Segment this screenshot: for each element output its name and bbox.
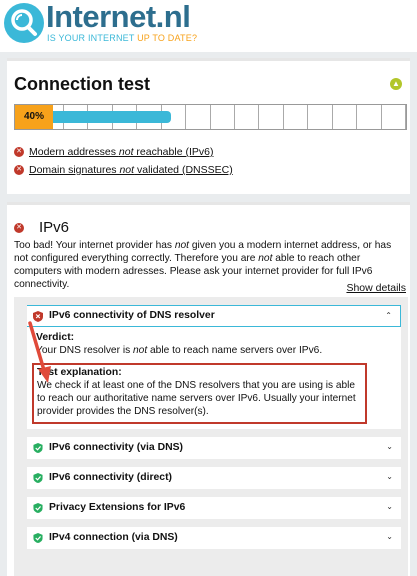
fail-row-ipv6[interactable]: ✕ Modern addresses not reachable (IPv6) [14, 145, 213, 159]
accordion-title: IPv4 connection (via DNS) [49, 532, 178, 543]
details-panel: IPv6 connectivity of DNS resolver ⌃ Verd… [14, 297, 408, 576]
chevron-up-icon[interactable]: ⌃ [385, 311, 392, 320]
accordion-header[interactable]: IPv6 connectivity (direct) ⌄ [27, 467, 401, 489]
accordion-header[interactable]: IPv6 connectivity (via DNS) ⌄ [27, 437, 401, 459]
shield-check-icon [33, 503, 43, 513]
shield-check-icon [33, 443, 43, 453]
progress-label: 40% [15, 105, 53, 129]
chevron-down-icon[interactable]: ⌄ [386, 532, 393, 541]
fail-row-dnssec[interactable]: ✕ Domain signatures not validated (DNSSE… [14, 163, 233, 177]
chevron-down-icon[interactable]: ⌄ [386, 442, 393, 451]
accordion-item-dns-resolver: IPv6 connectivity of DNS resolver ⌃ Verd… [27, 305, 401, 429]
collapse-toggle-icon[interactable]: ▲ [390, 78, 402, 90]
chevron-down-icon[interactable]: ⌄ [386, 502, 393, 511]
fail-link-ipv6[interactable]: Modern addresses not reachable (IPv6) [29, 145, 213, 159]
accordion-header[interactable]: Privacy Extensions for IPv6 ⌄ [27, 497, 401, 519]
annotation-arrow-icon [28, 321, 51, 383]
logo-title[interactable]: Internet.nl [46, 0, 191, 34]
fail-icon: ✕ [14, 165, 24, 175]
ipv6-card: ✕ IPv6 Too bad! Your internet provider h… [7, 202, 410, 576]
fail-link-dnssec[interactable]: Domain signatures not validated (DNSSEC) [29, 163, 233, 177]
verdict-text: Your DNS resolver is not able to reach n… [36, 345, 323, 356]
connection-test-title: Connection test [14, 74, 151, 94]
shield-check-icon [33, 473, 43, 483]
connection-test-card: Connection test ▲ 40% ✕ Modern addresses… [7, 58, 410, 194]
site-header: Internet.nl IS YOUR INTERNET UP TO DATE? [0, 0, 417, 52]
accordion-item-direct[interactable]: IPv6 connectivity (direct) ⌄ [27, 467, 401, 489]
progress-fill [53, 111, 171, 123]
tagline-accent: UP TO DATE? [137, 33, 198, 43]
accordion-title: IPv6 connectivity of DNS resolver [49, 310, 215, 321]
tagline-main: IS YOUR INTERNET [47, 33, 135, 43]
logo-tagline: IS YOUR INTERNET UP TO DATE? [47, 33, 197, 44]
explanation-text: We check if at least one of the DNS reso… [37, 380, 356, 417]
ipv6-title: IPv6 [39, 219, 70, 236]
accordion-header[interactable]: IPv4 connection (via DNS) ⌄ [27, 527, 401, 549]
progress-bar: 40% [14, 104, 407, 130]
logo-search-icon[interactable] [4, 3, 44, 43]
ipv6-header: ✕ IPv6 [14, 219, 69, 237]
accordion-item-via-dns[interactable]: IPv6 connectivity (via DNS) ⌄ [27, 437, 401, 459]
accordion-item-privacy[interactable]: Privacy Extensions for IPv6 ⌄ [27, 497, 401, 519]
accordion-title: IPv6 connectivity (via DNS) [49, 442, 183, 453]
fail-icon: ✕ [14, 147, 24, 157]
fail-icon: ✕ [14, 223, 24, 233]
show-details-link[interactable]: Show details [346, 282, 406, 294]
accordion-title: Privacy Extensions for IPv6 [49, 502, 186, 513]
explanation-label: Test explanation: [37, 367, 122, 378]
accordion-item-ipv4[interactable]: IPv4 connection (via DNS) ⌄ [27, 527, 401, 549]
shield-check-icon [33, 533, 43, 543]
explanation-box: Test explanation: We check if at least o… [32, 363, 367, 424]
chevron-down-icon[interactable]: ⌄ [386, 472, 393, 481]
accordion-title: IPv6 connectivity (direct) [49, 472, 172, 483]
accordion-header[interactable]: IPv6 connectivity of DNS resolver ⌃ [27, 305, 401, 327]
